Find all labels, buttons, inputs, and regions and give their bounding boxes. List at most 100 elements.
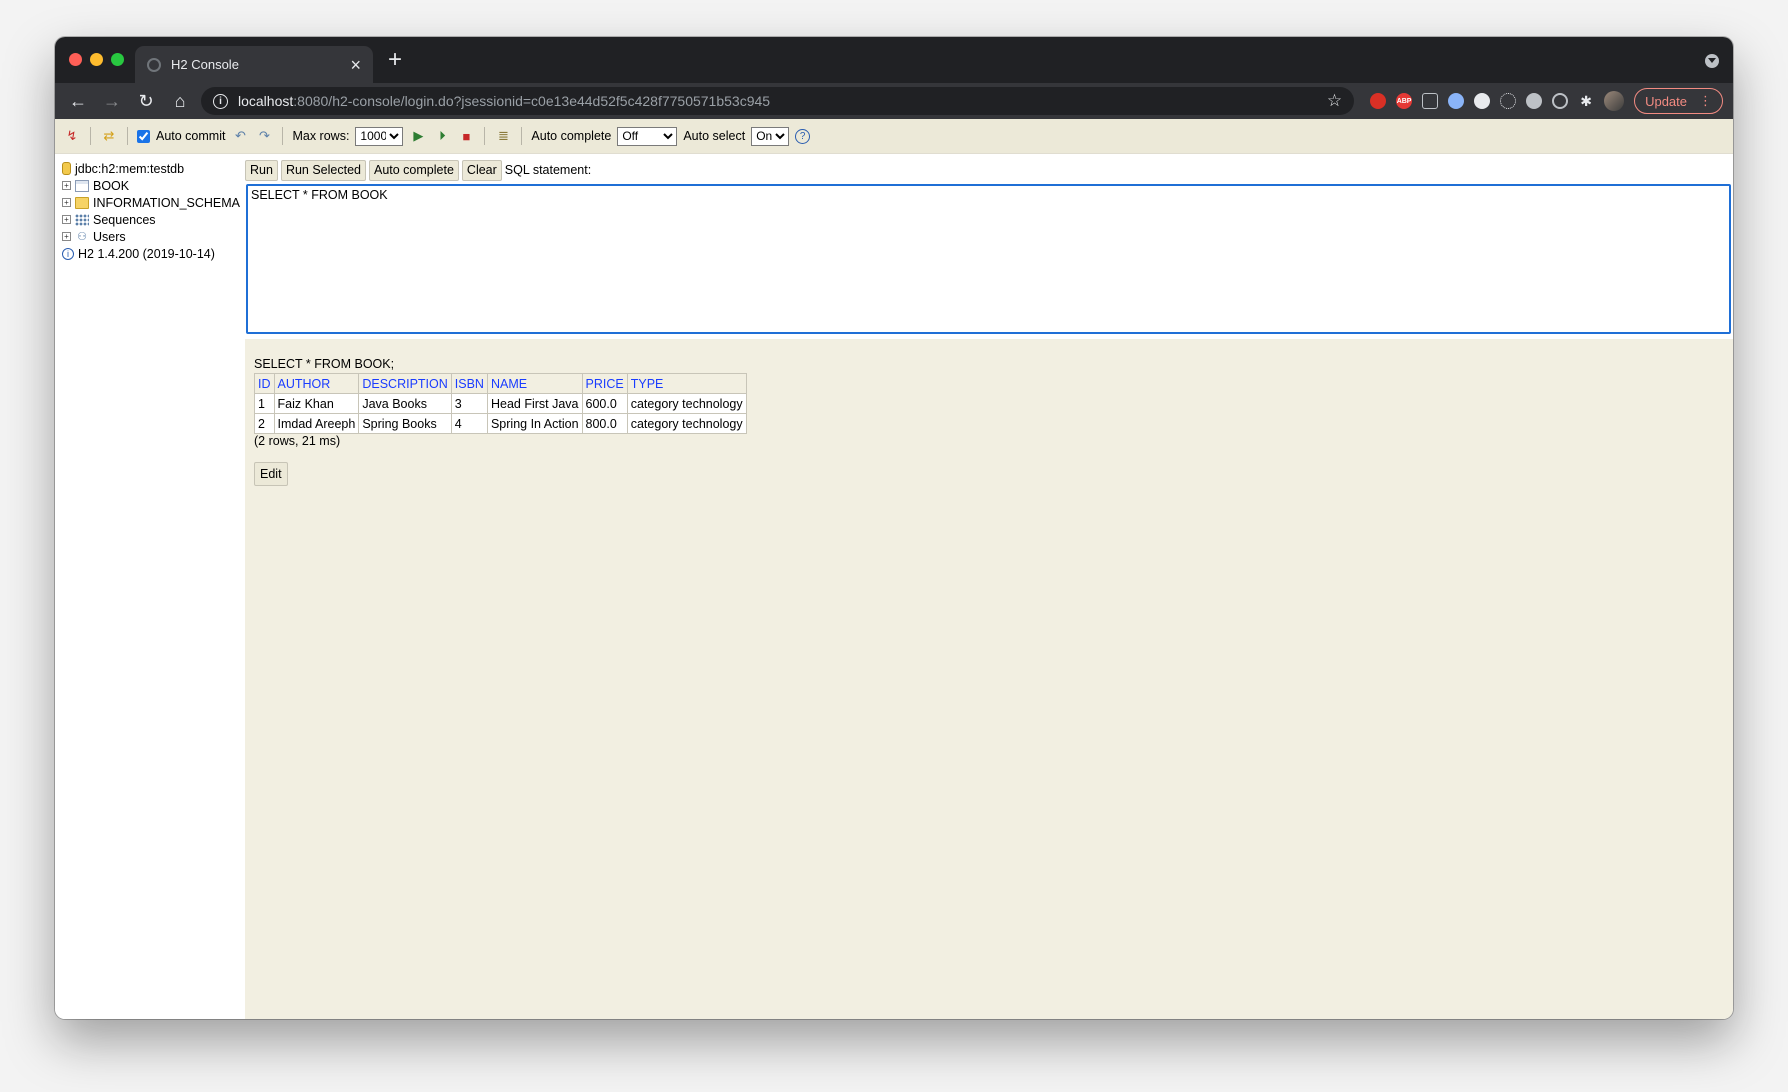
query-area: Run Run Selected Auto complete Clear SQL… (245, 154, 1733, 339)
table-header-row: ID AUTHOR DESCRIPTION ISBN NAME PRICE TY… (254, 373, 747, 394)
extensions: ABP ✱ Update ⋮ (1370, 88, 1723, 114)
column-header[interactable]: AUTHOR (273, 373, 360, 394)
connection-label: jdbc:h2:mem:testdb (75, 161, 185, 176)
pocket-extension-icon[interactable] (1422, 93, 1439, 109)
update-label: Update (1645, 93, 1687, 109)
column-header[interactable]: ISBN (450, 373, 488, 394)
column-header[interactable]: PRICE (581, 373, 628, 394)
max-rows-select[interactable]: 1000 (355, 126, 404, 146)
table-row: 1 Faiz Khan Java Books 3 Head First Java… (254, 393, 747, 414)
extension-icon-white[interactable] (1474, 93, 1491, 109)
tree-item-label: Users (93, 229, 126, 244)
history-icon[interactable]: ≣ (494, 127, 512, 145)
close-window-button[interactable] (69, 53, 82, 66)
address-bar[interactable]: i localhost:8080/h2-console/login.do?jse… (201, 87, 1355, 115)
separator (521, 127, 523, 145)
bookmark-star-icon[interactable]: ☆ (1327, 91, 1342, 111)
tree-connection[interactable]: jdbc:h2:mem:testdb (62, 160, 245, 177)
disconnect-icon[interactable]: ↯ (63, 127, 81, 145)
table-cell: Faiz Khan (273, 393, 360, 414)
schema-tree: jdbc:h2:mem:testdb + BOOK + INFORMATION_… (55, 154, 245, 1019)
table-cell: 800.0 (581, 413, 628, 434)
tree-item-label: INFORMATION_SCHEMA (93, 195, 240, 210)
auto-commit-checkbox[interactable] (137, 129, 150, 143)
react-extension-icon[interactable] (1500, 93, 1517, 109)
commit-icon[interactable]: ↷ (255, 127, 273, 145)
help-icon[interactable]: ? (795, 128, 811, 144)
table-cell: Spring Books (358, 413, 452, 434)
column-header[interactable]: ID (254, 373, 275, 394)
expand-icon[interactable]: + (62, 198, 71, 207)
tab-search-icon[interactable] (1705, 54, 1719, 68)
sql-statement-label: SQL statement: (504, 163, 592, 177)
column-header[interactable]: TYPE (626, 373, 747, 394)
folder-icon (75, 196, 89, 209)
console-content: jdbc:h2:mem:testdb + BOOK + INFORMATION_… (55, 154, 1733, 1019)
edit-button[interactable]: Edit (254, 462, 288, 486)
extension-icon-blue[interactable] (1448, 93, 1465, 109)
adblock-extension-icon[interactable]: ABP (1396, 93, 1413, 109)
h2-toolbar: ↯ ⇄ Auto commit ↶ ↷ Max rows: 1000 ▶ ⏵ ■… (55, 119, 1733, 154)
separator (127, 127, 128, 145)
expand-icon[interactable]: + (62, 181, 71, 190)
separator (484, 127, 486, 145)
auto-complete-label: Auto complete (531, 129, 612, 143)
stop-icon[interactable]: ■ (457, 127, 475, 145)
back-icon[interactable]: ← (65, 91, 91, 112)
tree-version: i H2 1.4.200 (2019-10-14) (62, 245, 245, 262)
forward-icon[interactable]: → (99, 91, 125, 112)
expand-icon[interactable]: + (62, 215, 71, 224)
tree-item-sequences[interactable]: + Sequences (62, 211, 245, 228)
run-selected-button[interactable]: Run Selected (280, 159, 366, 181)
minimize-window-button[interactable] (90, 53, 103, 66)
auto-select-select[interactable]: On (751, 126, 790, 146)
reload-icon[interactable]: ↻ (133, 91, 159, 112)
table-cell: Java Books (358, 393, 452, 414)
profile-avatar[interactable] (1604, 91, 1625, 111)
url-text[interactable]: localhost:8080/h2-console/login.do?jsess… (238, 93, 1317, 109)
close-tab-icon[interactable]: × (350, 56, 361, 74)
info-icon: i (62, 247, 74, 260)
more-menu-icon: ⋮ (1699, 93, 1712, 108)
auto-select-label: Auto select (683, 129, 746, 143)
run-icon[interactable]: ▶ (409, 127, 427, 145)
home-icon[interactable]: ⌂ (167, 91, 193, 112)
update-button[interactable]: Update ⋮ (1634, 88, 1723, 114)
tree-item-label: BOOK (93, 178, 130, 193)
table-cell: 4 (450, 413, 488, 434)
result-summary: (2 rows, 21 ms) (254, 434, 341, 448)
refresh-icon[interactable]: ⇄ (100, 127, 118, 145)
sql-editor[interactable] (246, 184, 1731, 334)
extension-icon-gray[interactable] (1526, 93, 1543, 109)
clear-button[interactable]: Clear (461, 159, 502, 181)
table-cell: Imdad Areeph (273, 413, 360, 434)
run-button[interactable]: Run (245, 159, 278, 181)
auto-complete-select[interactable]: Off (617, 126, 678, 146)
column-header[interactable]: DESCRIPTION (358, 373, 452, 394)
maximize-window-button[interactable] (111, 53, 124, 66)
tree-item-users[interactable]: + ⚇ Users (62, 228, 245, 245)
block-extension-icon[interactable] (1370, 93, 1387, 109)
table-row: 2 Imdad Areeph Spring Books 4 Spring In … (254, 413, 747, 434)
database-icon (62, 162, 71, 175)
url-host: localhost (238, 93, 294, 109)
version-label: H2 1.4.200 (2019-10-14) (78, 246, 215, 261)
site-info-icon[interactable]: i (213, 93, 228, 109)
puzzle-extensions-icon[interactable]: ✱ (1578, 93, 1594, 109)
separator (90, 127, 91, 145)
tree-item-book[interactable]: + BOOK (62, 177, 245, 194)
rollback-icon[interactable]: ↶ (231, 127, 249, 145)
table-cell: 600.0 (581, 393, 628, 414)
column-header[interactable]: NAME (486, 373, 583, 394)
table-cell: Head First Java (486, 393, 583, 414)
run-selected-icon[interactable]: ⏵ (433, 127, 451, 145)
table-cell: Spring In Action (486, 413, 583, 434)
result-statement: SELECT * FROM BOOK; (254, 357, 395, 371)
target-extension-icon[interactable] (1552, 93, 1569, 109)
tab-h2-console[interactable]: H2 Console × (135, 46, 373, 83)
tree-item-information-schema[interactable]: + INFORMATION_SCHEMA (62, 194, 245, 211)
new-tab-button[interactable]: + (388, 48, 402, 72)
auto-complete-button[interactable]: Auto complete (369, 159, 459, 181)
expand-icon[interactable]: + (62, 232, 71, 241)
result-table: ID AUTHOR DESCRIPTION ISBN NAME PRICE TY… (254, 373, 747, 434)
